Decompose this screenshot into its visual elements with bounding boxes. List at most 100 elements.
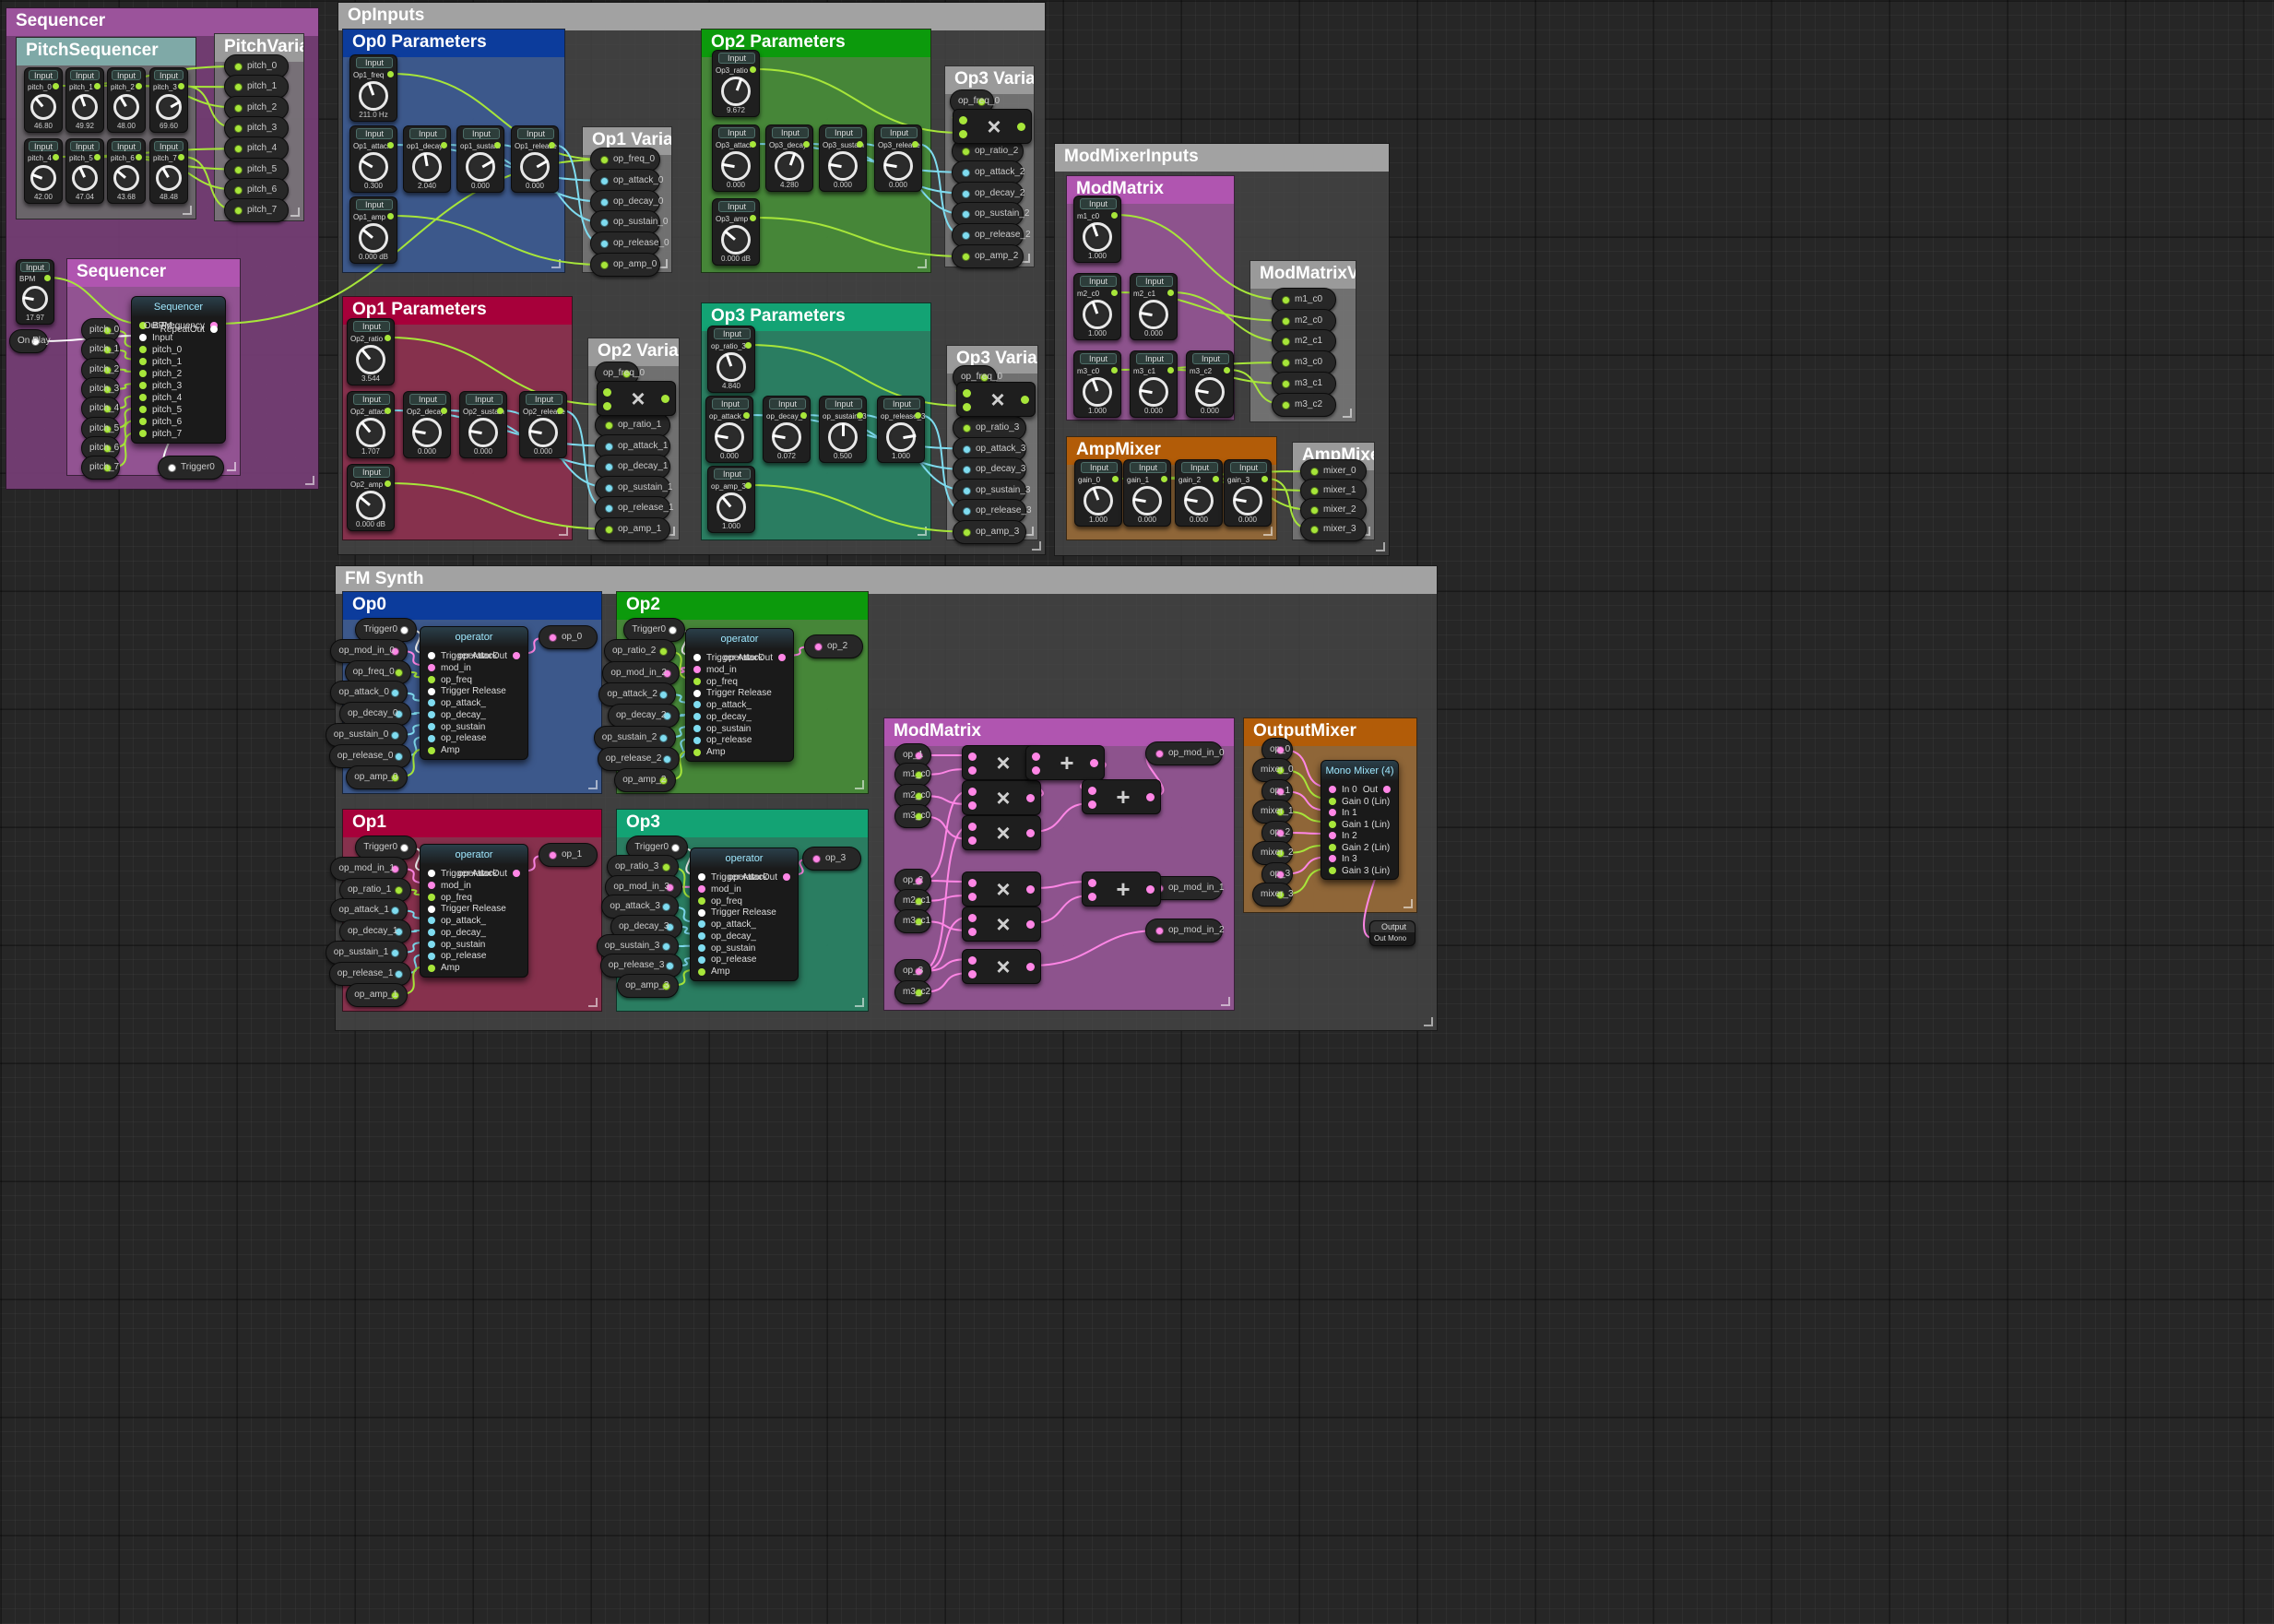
input-pin[interactable]	[1155, 927, 1164, 935]
knob-dial[interactable]	[359, 223, 388, 253]
input-knob-op2-sustain[interactable]: Input Op2_sustain 0.000	[459, 391, 507, 458]
knob-dial[interactable]	[156, 94, 182, 120]
node-input-row[interactable]: In 1	[1329, 808, 1357, 818]
input-pin[interactable]	[968, 753, 977, 761]
multiply-node[interactable]: ×	[962, 780, 1041, 815]
output-pin[interactable]	[800, 412, 807, 419]
output-pin[interactable]	[1026, 885, 1035, 894]
input-pin[interactable]	[693, 677, 701, 685]
input-knob-m2-c0[interactable]: Input m2_c0 1.000	[1073, 273, 1121, 340]
output-pin[interactable]	[399, 844, 409, 852]
var-mixer-3[interactable]: mixer_3	[1300, 517, 1367, 541]
output-pin[interactable]	[750, 141, 756, 148]
input-pin[interactable]	[605, 483, 613, 492]
output-node[interactable]: Output Out Mono	[1369, 920, 1415, 946]
output-pin[interactable]	[750, 215, 756, 221]
var-op-amp-1[interactable]: op_amp_1	[595, 516, 670, 541]
input-pin[interactable]	[428, 941, 435, 949]
input-knob-pitch-6[interactable]: Input pitch_6 43.68	[107, 138, 146, 204]
input-pin[interactable]	[962, 231, 970, 241]
knob-dial[interactable]	[1083, 222, 1112, 252]
output-pin[interactable]	[659, 647, 668, 657]
output-pin[interactable]	[387, 71, 394, 77]
output-pin[interactable]	[385, 335, 391, 341]
knob-dial[interactable]	[717, 492, 746, 522]
knob-dial[interactable]	[520, 152, 550, 182]
input-pin[interactable]	[234, 63, 243, 71]
node-input-row[interactable]: Trigger Release	[428, 904, 506, 914]
input-pin[interactable]	[1088, 800, 1096, 809]
var-op-amp-3[interactable]: op_amp_3	[953, 519, 1026, 544]
input-pin[interactable]	[139, 394, 147, 402]
knob-dial[interactable]	[882, 151, 913, 181]
input-knob-pitch-7[interactable]: Input pitch_7 48.48	[149, 138, 188, 204]
resize-handle[interactable]	[551, 259, 561, 268]
output-pin[interactable]	[1146, 885, 1155, 894]
input-pin[interactable]	[698, 932, 705, 941]
output-pin[interactable]	[557, 408, 563, 414]
output-pin[interactable]	[662, 863, 670, 872]
get-pitch-7[interactable]: pitch_7	[81, 456, 120, 480]
input-pin[interactable]	[968, 914, 977, 922]
input-pin[interactable]	[428, 699, 435, 707]
output-pin[interactable]	[390, 689, 399, 698]
input-knob-op1-decay[interactable]: Input op1_decay 2.040	[403, 125, 451, 193]
input-pin[interactable]	[605, 442, 613, 451]
output-pin[interactable]	[394, 969, 403, 978]
mono-mixer-node[interactable]: Mono Mixer (4) In 0 Gain 0 (Lin) In 1 Gain 1…	[1321, 760, 1399, 880]
output-pin[interactable]	[1213, 476, 1219, 482]
input-pin[interactable]	[698, 944, 705, 953]
knob-dial[interactable]	[527, 418, 558, 447]
output-pin[interactable]	[750, 66, 756, 73]
get-mixer-3[interactable]: mixer_3	[1252, 883, 1294, 907]
input-pin[interactable]	[428, 652, 435, 660]
input-knob-bpm[interactable]: Input BPM 17.97	[16, 259, 54, 325]
resize-handle[interactable]	[588, 780, 598, 789]
resize-handle[interactable]	[1424, 1017, 1433, 1026]
output-pin[interactable]	[549, 142, 555, 148]
node-input-row[interactable]: Trigger Release	[698, 907, 776, 918]
node-output-row[interactable]: Out	[1363, 785, 1391, 795]
node-output-row[interactable]: operatorOut	[458, 869, 520, 879]
input-pin[interactable]	[968, 956, 977, 965]
input-pin[interactable]	[1310, 526, 1319, 534]
output-pin[interactable]	[1026, 920, 1035, 929]
output-pin[interactable]	[1021, 396, 1029, 404]
input-knob-op3-attack[interactable]: Input Op3_attack 0.000	[712, 124, 760, 192]
input-knob-op1-attack[interactable]: Input Op1_attack 0.300	[349, 125, 397, 193]
output-pin[interactable]	[661, 395, 669, 403]
output-pin[interactable]	[1167, 367, 1174, 373]
input-pin[interactable]	[962, 210, 970, 219]
group-title[interactable]: FM Synth	[336, 566, 1437, 594]
input-pin[interactable]	[962, 148, 970, 156]
operator-node-op0[interactable]: operator Trigger Attack mod_in op_freq Trigg…	[420, 626, 528, 760]
input-knob-pitch-5[interactable]: Input pitch_5 47.04	[65, 138, 104, 204]
var-op-0[interactable]: op_0	[539, 625, 598, 649]
node-input-row[interactable]: pitch_5	[139, 405, 182, 415]
node-input-row[interactable]: Amp	[428, 963, 460, 973]
multiply-node[interactable]: ×	[597, 381, 676, 416]
knob-dial[interactable]	[1084, 486, 1113, 516]
output-pin[interactable]	[1026, 794, 1035, 802]
var-op-attack-2[interactable]: op_attack_2	[952, 160, 1025, 184]
input-knob-op2-attack[interactable]: Input Op2_attack 1.707	[347, 391, 395, 458]
input-knob-m1-c0[interactable]: Input m1_c0 1.000	[1073, 196, 1121, 263]
input-knob-op1-release[interactable]: Input Op1_release 0.000	[511, 125, 559, 193]
node-input-row[interactable]: op_decay_	[428, 928, 486, 938]
node-output-row[interactable]: RepeatOut	[160, 325, 218, 335]
node-input-row[interactable]: op_release	[693, 735, 752, 745]
var-op-attack-0[interactable]: op_attack_0	[590, 168, 664, 193]
knob-dial[interactable]	[720, 151, 751, 181]
output-pin[interactable]	[394, 752, 403, 761]
output-pin[interactable]	[1111, 290, 1118, 296]
input-pin[interactable]	[1310, 506, 1319, 515]
output-pin[interactable]	[1167, 290, 1174, 296]
input-pin[interactable]	[139, 418, 147, 426]
output-pin[interactable]	[399, 626, 409, 634]
group-title[interactable]: PitchSequencer	[17, 38, 195, 65]
output-pin[interactable]	[1146, 793, 1155, 801]
input-pin[interactable]	[968, 823, 977, 831]
input-pin[interactable]	[1329, 820, 1336, 828]
node-input-row[interactable]: mod_in	[698, 884, 741, 895]
resize-handle[interactable]	[305, 476, 314, 485]
